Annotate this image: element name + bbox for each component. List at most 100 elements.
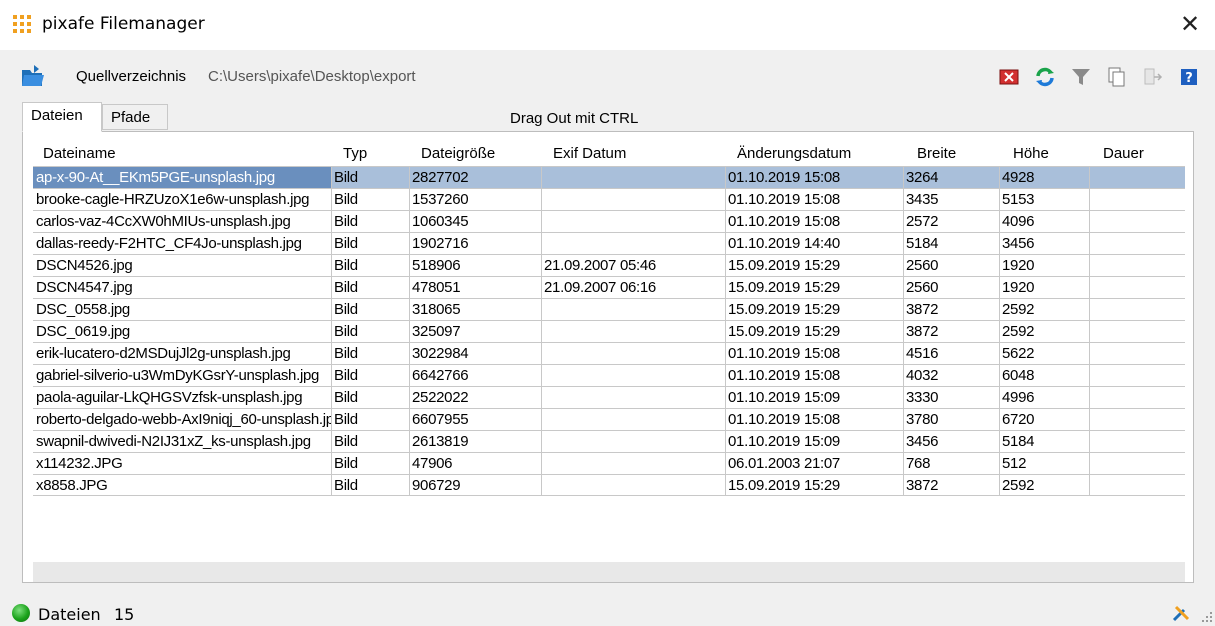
cell-dauer bbox=[1089, 321, 1185, 342]
table-row[interactable]: DSC_0558.jpg Bild 318065 15.09.2019 15:29 38… bbox=[33, 298, 1185, 320]
cell-aenderungsdatum: 01.10.2019 15:08 bbox=[725, 343, 903, 364]
table-row[interactable]: paola-aguilar-LkQHGSVzfsk-unsplash.jpg Bi… bbox=[33, 386, 1185, 408]
col-header-hoehe[interactable]: Höhe bbox=[1013, 145, 1049, 162]
cell-aenderungsdatum: 01.10.2019 15:08 bbox=[725, 211, 903, 232]
cell-dateigroesse: 1537260 bbox=[409, 189, 541, 210]
cell-exif-datum bbox=[541, 299, 725, 320]
cell-dateiname: swapnil-dwivedi-N2IJ31xZ_ks-unsplash.jpg bbox=[36, 433, 311, 450]
help-icon[interactable]: ? bbox=[1178, 66, 1200, 88]
cell-breite: 768 bbox=[903, 453, 999, 474]
cell-exif-datum bbox=[541, 167, 725, 188]
cell-typ: Bild bbox=[331, 387, 409, 408]
cell-dateiname: carlos-vaz-4CcXW0hMIUs-unsplash.jpg bbox=[36, 213, 291, 230]
cell-hoehe: 2592 bbox=[999, 475, 1089, 496]
col-header-aenderungsdatum[interactable]: Änderungsdatum bbox=[737, 145, 851, 162]
table-row[interactable]: x114232.JPG Bild 47906 06.01.2003 21:07 768 5… bbox=[33, 452, 1185, 474]
toolbar: Quellverzeichnis C:\Users\pixafe\Desktop… bbox=[20, 62, 1200, 92]
cell-dateiname: x8858.JPG bbox=[36, 477, 108, 494]
resize-grip-icon[interactable] bbox=[1201, 611, 1213, 623]
cell-exif-datum: 21.09.2007 05:46 bbox=[541, 255, 725, 276]
cell-typ: Bild bbox=[331, 475, 409, 496]
cell-dauer bbox=[1089, 453, 1185, 474]
col-header-exif-datum[interactable]: Exif Datum bbox=[553, 145, 626, 162]
col-header-dateigroesse[interactable]: Dateigröße bbox=[421, 145, 495, 162]
cell-dauer bbox=[1089, 299, 1185, 320]
table-row[interactable]: gabriel-silverio-u3WmDyKGsrY-unsplash.jp… bbox=[33, 364, 1185, 386]
table-row[interactable]: roberto-delgado-webb-AxI9niqj_60-unsplas… bbox=[33, 408, 1185, 430]
cell-dateigroesse: 318065 bbox=[409, 299, 541, 320]
col-header-breite[interactable]: Breite bbox=[917, 145, 956, 162]
cell-dateigroesse: 1060345 bbox=[409, 211, 541, 232]
col-header-dauer[interactable]: Dauer bbox=[1103, 145, 1144, 162]
cell-aenderungsdatum: 15.09.2019 15:29 bbox=[725, 321, 903, 342]
cell-dateigroesse: 2827702 bbox=[409, 167, 541, 188]
table-row[interactable]: DSC_0619.jpg Bild 325097 15.09.2019 15:29 38… bbox=[33, 320, 1185, 342]
table-row[interactable]: erik-lucatero-d2MSDujJl2g-unsplash.jpg Bi… bbox=[33, 342, 1185, 364]
cell-exif-datum bbox=[541, 189, 725, 210]
cell-dateigroesse: 6607955 bbox=[409, 409, 541, 430]
move-icon[interactable] bbox=[1142, 66, 1164, 88]
refresh-icon[interactable] bbox=[1034, 66, 1056, 88]
close-window-button[interactable]: ✕ bbox=[1173, 8, 1207, 42]
app-logo-icon bbox=[13, 15, 31, 33]
cell-dateiname: erik-lucatero-d2MSDujJl2g-unsplash.jpg bbox=[36, 345, 291, 362]
cell-aenderungsdatum: 15.09.2019 15:29 bbox=[725, 277, 903, 298]
cell-dateigroesse: 906729 bbox=[409, 475, 541, 496]
cell-aenderungsdatum: 01.10.2019 15:09 bbox=[725, 431, 903, 452]
cell-aenderungsdatum: 01.10.2019 15:08 bbox=[725, 409, 903, 430]
cell-dateiname: ap-x-90-At__EKm5PGE-unsplash.jpg bbox=[33, 167, 331, 188]
cell-dateigroesse: 1902716 bbox=[409, 233, 541, 254]
cell-exif-datum bbox=[541, 365, 725, 386]
cell-typ: Bild bbox=[331, 431, 409, 452]
cell-typ: Bild bbox=[331, 255, 409, 276]
table-row[interactable]: dallas-reedy-F2HTC_CF4Jo-unsplash.jpg Bil… bbox=[33, 232, 1185, 254]
window-body: Quellverzeichnis C:\Users\pixafe\Desktop… bbox=[0, 50, 1215, 599]
cell-hoehe: 2592 bbox=[999, 321, 1089, 342]
cell-hoehe: 5184 bbox=[999, 431, 1089, 452]
cell-dauer bbox=[1089, 255, 1185, 276]
cell-typ: Bild bbox=[331, 343, 409, 364]
table-row[interactable]: swapnil-dwivedi-N2IJ31xZ_ks-unsplash.jpg… bbox=[33, 430, 1185, 452]
table-row[interactable]: carlos-vaz-4CcXW0hMIUs-unsplash.jpg Bild 1… bbox=[33, 210, 1185, 232]
open-folder-icon[interactable] bbox=[20, 64, 46, 88]
cell-hoehe: 1920 bbox=[999, 255, 1089, 276]
close-red-icon[interactable] bbox=[998, 66, 1020, 88]
file-table[interactable]: Dateiname Typ Dateigröße Exif Datum Ände… bbox=[33, 140, 1185, 562]
cell-dauer bbox=[1089, 343, 1185, 364]
cell-dateiname: DSC_0558.jpg bbox=[36, 301, 130, 318]
cell-dauer bbox=[1089, 365, 1185, 386]
table-row[interactable]: x8858.JPG Bild 906729 15.09.2019 15:29 3872 2… bbox=[33, 474, 1185, 496]
title-bar: pixafe Filemanager ✕ bbox=[0, 0, 1215, 50]
cell-hoehe: 1920 bbox=[999, 277, 1089, 298]
cell-dateigroesse: 518906 bbox=[409, 255, 541, 276]
cell-exif-datum bbox=[541, 409, 725, 430]
source-dir-label: Quellverzeichnis bbox=[76, 68, 187, 85]
cell-aenderungsdatum: 01.10.2019 15:08 bbox=[725, 167, 903, 188]
cell-breite: 2572 bbox=[903, 211, 999, 232]
cell-dauer bbox=[1089, 211, 1185, 232]
cell-dateiname: roberto-delgado-webb-AxI9niqj_60-unsplas… bbox=[36, 411, 331, 428]
cell-aenderungsdatum: 01.10.2019 15:08 bbox=[725, 189, 903, 210]
cell-dauer bbox=[1089, 387, 1185, 408]
cell-exif-datum bbox=[541, 431, 725, 452]
table-row[interactable]: ap-x-90-At__EKm5PGE-unsplash.jpg Bild 2827… bbox=[33, 166, 1185, 188]
horizontal-scrollbar[interactable] bbox=[33, 562, 1185, 582]
col-header-typ[interactable]: Typ bbox=[343, 145, 367, 162]
tab-dateien[interactable]: Dateien bbox=[22, 102, 102, 132]
status-file-count: 15 bbox=[114, 605, 135, 624]
tools-icon[interactable] bbox=[1171, 603, 1193, 623]
cell-typ: Bild bbox=[331, 321, 409, 342]
file-list-panel: Dateiname Typ Dateigröße Exif Datum Ände… bbox=[22, 131, 1194, 583]
filter-icon[interactable] bbox=[1070, 66, 1092, 88]
table-row[interactable]: brooke-cagle-HRZUzoX1e6w-unsplash.jpg Bil… bbox=[33, 188, 1185, 210]
tab-pfade[interactable]: Pfade bbox=[102, 104, 168, 130]
table-body: ap-x-90-At__EKm5PGE-unsplash.jpg Bild 2827… bbox=[33, 166, 1185, 496]
cell-typ: Bild bbox=[331, 453, 409, 474]
cell-dateiname: DSC_0619.jpg bbox=[36, 323, 130, 340]
cell-hoehe: 4928 bbox=[999, 167, 1089, 188]
table-row[interactable]: DSCN4526.jpg Bild 518906 21.09.2007 05:46 15… bbox=[33, 254, 1185, 276]
table-row[interactable]: DSCN4547.jpg Bild 478051 21.09.2007 06:16 15… bbox=[33, 276, 1185, 298]
copy-icon[interactable] bbox=[1106, 66, 1128, 88]
cell-breite: 3872 bbox=[903, 321, 999, 342]
col-header-dateiname[interactable]: Dateiname bbox=[43, 145, 116, 162]
